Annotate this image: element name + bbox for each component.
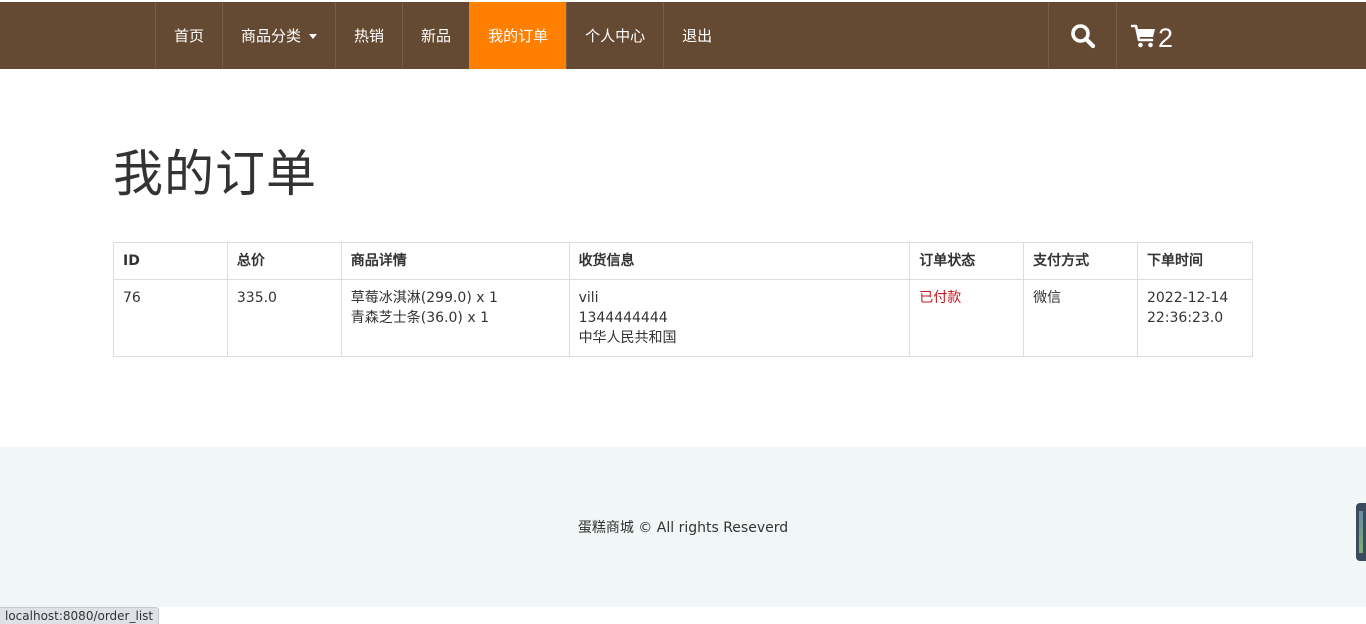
nav-item-label: 新品: [421, 27, 452, 45]
column-header-items: 商品详情: [340, 242, 570, 280]
order-item-line: 草莓冰淇淋(299.0) x 1: [350, 290, 498, 306]
side-widget-handle[interactable]: [1356, 503, 1366, 561]
nav-item-profile[interactable]: 个人中心: [566, 2, 663, 69]
chevron-down-icon: [309, 34, 318, 39]
footer: 蛋糕商城 © All rights Reseverd: [0, 447, 1366, 607]
table-row: 76 335.0 草莓冰淇淋(299.0) x 1 青森芝士条(36.0) x …: [113, 279, 1254, 357]
order-time: 2022-12-14 22:36:23.0: [1136, 279, 1254, 357]
order-clock: 22:36:23.0: [1146, 310, 1224, 326]
cart-icon: [1131, 24, 1155, 47]
order-item-line: 青森芝士条(36.0) x 1: [350, 310, 489, 326]
nav-item-my-orders[interactable]: 我的订单: [469, 2, 567, 69]
shipping-phone: 1344444444: [578, 310, 668, 326]
cart-count-badge: 2: [1158, 23, 1174, 53]
order-items: 草莓冰淇淋(299.0) x 1 青森芝士条(36.0) x 1: [340, 279, 570, 357]
footer-copyright: 蛋糕商城 © All rights Reseverd: [577, 520, 789, 536]
search-button[interactable]: [1048, 2, 1116, 69]
nav-item-categories[interactable]: 商品分类: [222, 2, 335, 69]
nav-item-new[interactable]: 新品: [402, 2, 469, 69]
search-icon: [1070, 23, 1095, 48]
order-status: 已付款: [909, 279, 1025, 357]
order-date: 2022-12-14: [1146, 290, 1229, 306]
side-widget-bar: [1359, 511, 1363, 553]
nav-item-label: 个人中心: [585, 27, 646, 45]
shipping-name: vili: [578, 290, 599, 306]
column-header-status: 订单状态: [909, 242, 1025, 280]
page-title: 我的订单: [113, 145, 317, 203]
navbar: 首页 商品分类 热销 新品 我的订单 个人中心 退出 2: [0, 2, 1366, 69]
nav-actions: 2: [1048, 2, 1187, 69]
nav-menu: 首页 商品分类 热销 新品 我的订单 个人中心 退出: [155, 2, 730, 69]
nav-item-hot[interactable]: 热销: [335, 2, 402, 69]
order-shipping: vili 1344444444 中华人民共和国: [568, 279, 911, 357]
order-payment: 微信: [1023, 279, 1138, 357]
nav-item-label: 退出: [682, 27, 713, 45]
shipping-address: 中华人民共和国: [578, 330, 677, 346]
order-total: 335.0: [226, 279, 342, 357]
column-header-shipping: 收货信息: [568, 242, 911, 280]
table-header-row: ID 总价 商品详情 收货信息 订单状态 支付方式 下单时间: [113, 242, 1254, 280]
nav-item-home[interactable]: 首页: [155, 2, 222, 69]
column-header-payment: 支付方式: [1023, 242, 1138, 280]
browser-status-url: localhost:8080/order_list: [0, 607, 160, 624]
nav-item-label: 我的订单: [488, 27, 549, 45]
nav-item-label: 热销: [354, 27, 385, 45]
order-id: 76: [113, 279, 228, 357]
cart-button[interactable]: 2: [1116, 2, 1187, 69]
nav-item-label: 首页: [174, 27, 205, 45]
column-header-id: ID: [113, 242, 228, 280]
nav-item-label: 商品分类: [241, 27, 302, 45]
column-header-total: 总价: [226, 242, 342, 280]
column-header-time: 下单时间: [1136, 242, 1254, 280]
nav-item-logout[interactable]: 退出: [663, 2, 730, 69]
orders-table: ID 总价 商品详情 收货信息 订单状态 支付方式 下单时间 76 335.0 …: [113, 242, 1254, 357]
